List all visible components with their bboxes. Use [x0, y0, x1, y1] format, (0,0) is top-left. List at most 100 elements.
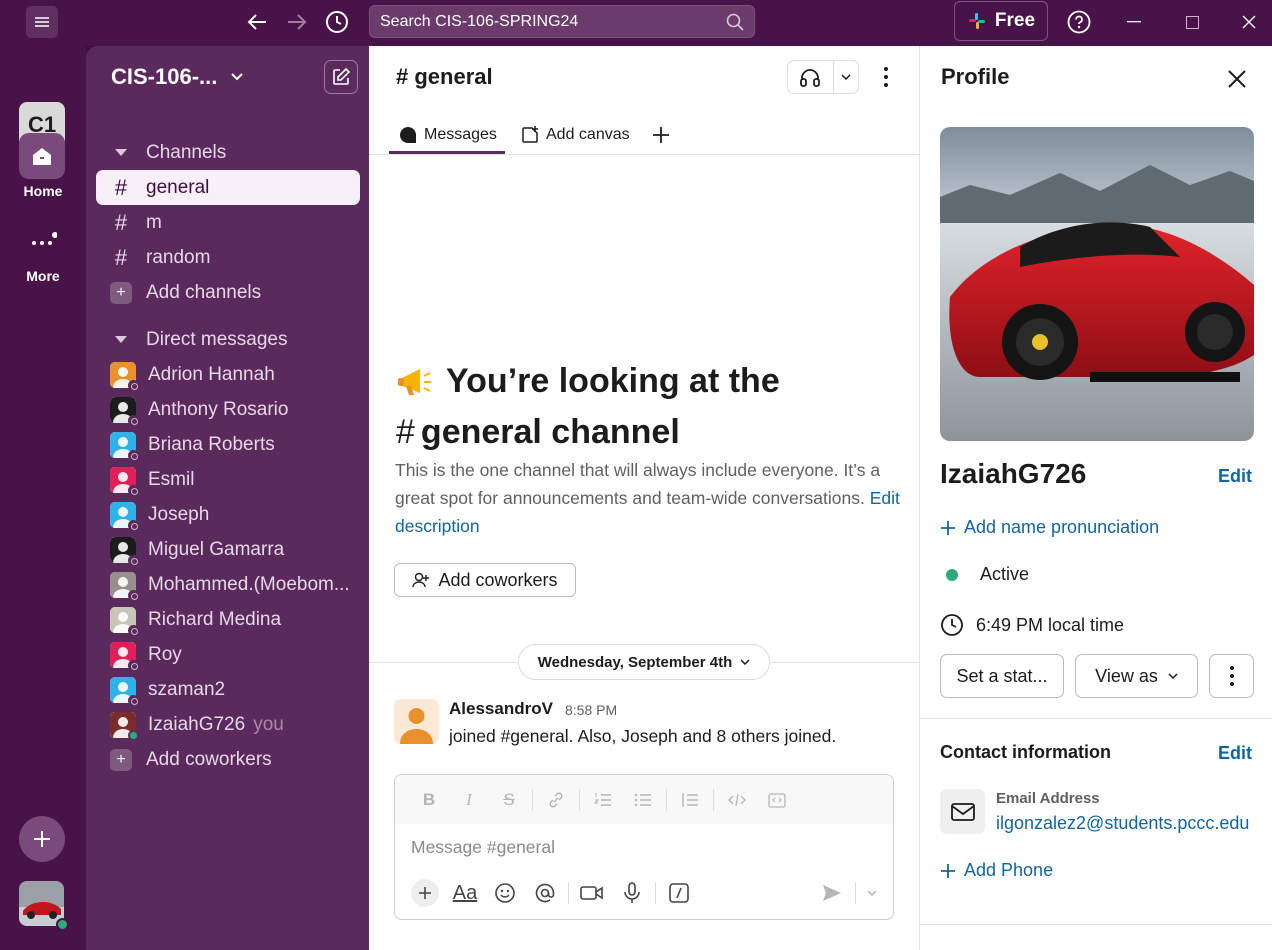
add-name-pronunciation-link[interactable]: Add name pronunciation [940, 517, 1159, 538]
workspace-name-button[interactable]: CIS-106-... [111, 64, 244, 90]
dm-name: Adrion Hannah [148, 363, 275, 385]
date-divider-button[interactable]: Wednesday, September 4th [518, 644, 770, 680]
sidebar-channel-general[interactable]: # general [96, 170, 360, 205]
history-clock-icon[interactable] [321, 6, 353, 38]
dm-name: Joseph [148, 503, 210, 525]
mention-icon[interactable] [525, 877, 565, 909]
sidebar-dm-item[interactable]: Esmil [96, 462, 360, 497]
message-bubble-icon [400, 127, 416, 143]
huddle-button[interactable] [787, 60, 859, 94]
new-message-button[interactable] [324, 60, 358, 94]
sidebar-dm-item[interactable]: Roy [96, 637, 360, 672]
intro-desc-text: This is the one channel that will always… [395, 460, 881, 508]
maximize-icon[interactable] [1176, 6, 1208, 38]
message-author-avatar[interactable] [394, 699, 439, 744]
forward-arrow-icon[interactable] [281, 6, 313, 38]
edit-profile-link[interactable]: Edit [1218, 466, 1252, 487]
close-icon[interactable] [1222, 64, 1252, 94]
home-button[interactable] [19, 133, 65, 179]
message-text: joined #general. Also, Joseph and 8 othe… [449, 726, 837, 746]
headphones-icon [788, 67, 833, 87]
emoji-icon[interactable] [485, 877, 525, 909]
email-link[interactable]: ilgonzalez2@students.pccc.edu [996, 813, 1249, 834]
user-avatar[interactable] [19, 881, 69, 931]
profile-name: IzaiahG726 [940, 458, 1087, 489]
attach-plus-button[interactable] [405, 877, 445, 909]
strikethrough-icon[interactable]: S [489, 785, 529, 815]
chevron-down-icon [231, 73, 244, 81]
send-options-chevron-icon[interactable] [859, 877, 885, 909]
ordered-list-icon[interactable] [583, 785, 623, 815]
message-timestamp[interactable]: 8:58 PM [565, 702, 617, 718]
code-icon[interactable] [717, 785, 757, 815]
email-label: Email Address [996, 790, 1100, 807]
send-icon[interactable] [812, 877, 852, 909]
add-coworkers-button[interactable]: Add coworkers [394, 563, 576, 597]
sidebar-dm-item[interactable]: Miguel Gamarra [96, 532, 360, 567]
view-as-button[interactable]: View as [1075, 654, 1198, 698]
sidebar-channel-random[interactable]: # random [96, 240, 360, 275]
sidebar-channel-m[interactable]: # m [96, 205, 360, 240]
message-input-placeholder[interactable]: Message #general [411, 837, 555, 858]
search-input[interactable]: Search CIS-106-SPRING24 [369, 5, 755, 38]
format-text-icon[interactable]: Aa [445, 877, 485, 909]
minimize-icon[interactable] [1118, 6, 1150, 38]
tab-add-canvas[interactable]: Add canvas [520, 116, 630, 154]
add-workspace-button[interactable] [19, 816, 65, 862]
profile-photo[interactable] [940, 127, 1254, 441]
add-coworkers-sidebar-button[interactable]: + Add coworkers [96, 742, 360, 777]
code-block-icon[interactable] [757, 785, 797, 815]
help-icon[interactable] [1063, 6, 1095, 38]
dm-avatar [110, 606, 139, 636]
sidebar-dm-item[interactable]: Briana Roberts [96, 427, 360, 462]
sidebar-dm-item[interactable]: Joseph [96, 497, 360, 532]
video-clip-icon[interactable] [572, 877, 612, 909]
profile-more-button[interactable] [1209, 654, 1254, 698]
away-status-dot [128, 414, 139, 426]
more-button[interactable] [19, 218, 65, 264]
add-channels-button[interactable]: + Add channels [96, 275, 360, 310]
dm-name: Roy [148, 643, 182, 665]
sidebar-dm-item[interactable]: szaman2 [96, 672, 360, 707]
channel-title[interactable]: # general [396, 64, 493, 90]
channel-kebab-menu-icon[interactable] [875, 65, 897, 89]
set-status-button[interactable]: Set a stat... [940, 654, 1064, 698]
formatting-toolbar: B I S [395, 775, 893, 824]
add-phone-link[interactable]: Add Phone [940, 860, 1053, 881]
slash-command-icon[interactable] [659, 877, 699, 909]
tab-add-canvas-label: Add canvas [546, 126, 630, 143]
back-arrow-icon[interactable] [241, 6, 273, 38]
dm-name: IzaiahG726 [148, 713, 246, 735]
bulleted-list-icon[interactable] [623, 785, 663, 815]
intro-title-line1: You’re looking at the [446, 362, 780, 400]
away-status-dot [128, 659, 139, 671]
italic-icon[interactable]: I [449, 785, 489, 815]
tab-messages[interactable]: Messages [398, 116, 497, 154]
message-composer[interactable]: B I S Message #general Aa [394, 774, 894, 920]
edit-contact-link[interactable]: Edit [1218, 743, 1252, 764]
microphone-icon[interactable] [612, 877, 652, 909]
free-plan-button[interactable]: Free [954, 1, 1048, 41]
kebab-menu-icon [1229, 666, 1234, 686]
channel-intro-heading: You’re looking at the # general channel [396, 356, 896, 458]
sidebar-dm-item[interactable]: Mohammed.(Moebom... [96, 567, 360, 602]
link-icon[interactable] [536, 785, 576, 815]
close-window-icon[interactable] [1233, 6, 1265, 38]
sidebar-dm-item[interactable]: IzaiahG726 you [96, 707, 360, 742]
compose-icon [333, 67, 351, 85]
sidebar-dm-item[interactable]: Richard Medina [96, 602, 360, 637]
direct-messages-section-header[interactable]: Direct messages [96, 322, 360, 357]
blockquote-icon[interactable] [670, 785, 710, 815]
channels-section-header[interactable]: Channels [96, 135, 360, 170]
menu-icon[interactable] [26, 6, 58, 38]
sidebar-dm-item[interactable]: Adrion Hannah [96, 357, 360, 392]
workspace-rail: C1 Home More [0, 46, 86, 950]
tab-messages-label: Messages [424, 126, 497, 143]
message-author[interactable]: AlessandroV [449, 699, 553, 719]
sidebar-dm-item[interactable]: Anthony Rosario [96, 392, 360, 427]
bold-icon[interactable]: B [409, 785, 449, 815]
add-channels-label: Add channels [146, 281, 262, 303]
channel-view: # general Messages Add canvas You’re loo… [369, 46, 919, 950]
add-tab-button[interactable] [652, 116, 670, 154]
dm-avatar [110, 396, 139, 426]
